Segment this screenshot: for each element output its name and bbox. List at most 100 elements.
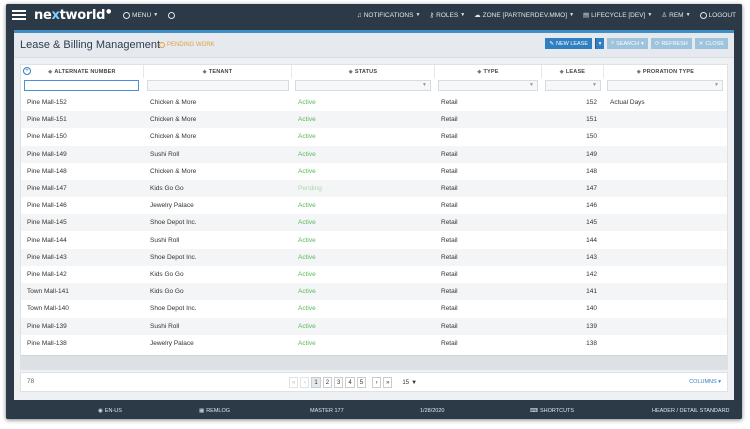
locale-selector[interactable]: ◉ EN-US [98, 408, 122, 414]
hamburger-menu-icon[interactable] [12, 10, 26, 20]
chevron-down-icon: ▾ [598, 40, 602, 47]
cell-lease: 152 [586, 99, 597, 106]
prev-page-button[interactable]: ‹ [300, 377, 310, 388]
logout-button[interactable]: LOGOUT [699, 11, 736, 19]
refresh-button[interactable]: ⟳ REFRESH [650, 38, 692, 49]
cell-alternate-number: Pine Mall-144 [27, 236, 67, 244]
page-button[interactable]: 4 [345, 377, 355, 388]
page-size-select[interactable]: 15 ▼ [402, 380, 417, 386]
cell-tenant: Kids Go Go [150, 185, 184, 192]
compass-icon [123, 11, 131, 19]
column-header-status[interactable]: ◆ STATUS [292, 65, 435, 78]
master-label: MASTER 177 [310, 408, 344, 414]
filter-status[interactable]: ▼ [295, 80, 431, 91]
cell-status: Active [298, 167, 316, 175]
cell-tenant: Sushi Roll [150, 322, 180, 330]
table-row[interactable]: Pine Mall-146 Jewelry Palace Active Retail 1… [21, 197, 727, 214]
grid-footer [21, 355, 727, 369]
table-row[interactable]: Town Mall-140 Shoe Depot Inc. Active Retail… [21, 300, 727, 317]
filter-alternate-number[interactable] [24, 80, 139, 91]
cell-tenant: Chicken & More [150, 167, 197, 175]
cell-type: Retail [441, 288, 458, 296]
next-page-button[interactable]: › [372, 377, 382, 388]
table-row[interactable]: Pine Mall-151 Chicken & More Active Retail 1… [21, 111, 727, 129]
view-mode-label: HEADER / DETAIL STANDARD [652, 408, 730, 414]
table-row[interactable]: Pine Mall-145 Shoe Depot Inc. Active Retail… [21, 214, 727, 232]
cell-proration-type [610, 163, 720, 180]
table-row[interactable]: Pine Mall-152 Chicken & More Active Retail 1… [21, 94, 727, 111]
page-button[interactable]: 5 [356, 377, 367, 388]
table-row[interactable]: Pine Mall-142 Kids Go Go Active Retail 142 [21, 266, 727, 283]
table-row[interactable]: Pine Mall-144 Sushi Roll Active Retail 144 [21, 232, 727, 249]
cell-status: Active [298, 271, 316, 278]
cell-alternate-number: Pine Mall-147 [27, 185, 67, 192]
search-button[interactable]: ⌕ SEARCH ▾ [607, 38, 648, 49]
table-row[interactable]: Pine Mall-138 Jewelry Palace Active Retail 1… [21, 335, 727, 352]
cell-tenant: Sushi Roll [150, 236, 180, 244]
cell-status: Active [298, 305, 316, 313]
cell-status: Pending [298, 185, 322, 192]
pending-work-link[interactable]: PENDING WORK [159, 42, 215, 48]
table-row[interactable]: Pine Mall-150 Chicken & More Active Retail 1… [21, 128, 727, 145]
last-page-button[interactable]: » [383, 377, 393, 388]
cell-status: Active [298, 288, 316, 296]
cloud-icon: ☁ [474, 12, 481, 19]
zone-dropdown[interactable]: ☁ ZONE [PARTNERDEV.MMO] ▼ [474, 11, 574, 20]
page-button[interactable]: 1 [311, 377, 321, 388]
date-label: 1/28/2020 [420, 408, 445, 414]
remlog-link[interactable]: ▦ REMLOG [199, 408, 230, 414]
cell-alternate-number: Pine Mall-152 [27, 99, 67, 106]
sort-icon: ◆ [348, 68, 353, 75]
cell-tenant: Kids Go Go [150, 271, 184, 278]
sort-icon: ◆ [636, 68, 641, 75]
filter-lease[interactable]: ▼ [545, 80, 601, 91]
app-logo[interactable]: nextworld● [34, 8, 111, 23]
shortcuts-link[interactable]: ⌨ SHORTCUTS [530, 408, 574, 414]
cell-type: Retail [441, 339, 458, 347]
table-row[interactable]: Pine Mall-147 Kids Go Go Pending Retail 147 [21, 180, 727, 197]
cell-type: Retail [441, 322, 458, 330]
new-lease-button[interactable]: ✎ NEW LEASE [545, 38, 593, 49]
table-row[interactable]: Pine Mall-143 Shoe Depot Inc. Active Retail… [21, 248, 727, 266]
cell-alternate-number: Pine Mall-151 [27, 116, 67, 124]
cell-lease: 149 [586, 150, 597, 158]
lifecycle-dropdown[interactable]: ▤ LIFECYCLE [DEV] ▼ [583, 11, 652, 20]
filter-tenant[interactable] [147, 80, 289, 91]
first-page-button[interactable]: « [289, 377, 299, 388]
column-header-tenant[interactable]: ◆ TENANT [144, 65, 292, 78]
table-row[interactable]: Pine Mall-149 Sushi Roll Active Retail 149 [21, 145, 727, 163]
cell-status: Active [298, 253, 316, 261]
user-dropdown[interactable]: ♙ REM ▼ [661, 11, 690, 20]
notifications-dropdown[interactable]: ♫ NOTIFICATIONS ▼ [357, 12, 421, 19]
page-button[interactable]: 3 [334, 377, 344, 388]
page-button[interactable]: 2 [322, 377, 333, 388]
column-header-type[interactable]: ◆ TYPE [435, 65, 542, 78]
table-row[interactable]: Pine Mall-148 Chicken & More Active Retail 1… [21, 163, 727, 180]
bell-icon: ♫ [356, 11, 362, 19]
columns-menu-button[interactable]: COLUMNS ▾ [689, 379, 721, 385]
new-lease-options-button[interactable]: ▾ [595, 38, 605, 49]
cell-status: Active [298, 99, 316, 106]
filter-proration-type[interactable]: ▼ [607, 80, 723, 91]
column-header-proration-type[interactable]: ◆ PRORATION TYPE [604, 65, 727, 78]
cell-proration-type [610, 300, 720, 317]
menu-dropdown[interactable]: MENU ▼ [123, 11, 158, 19]
filter-type[interactable]: ▼ [438, 80, 538, 91]
cell-lease: 141 [586, 288, 597, 296]
refresh-icon: ⟳ [654, 40, 660, 47]
top-bar: nextworld● MENU ▼ ♫ NOTIFICATIONS ▼ ⚷ ROLES ▼… [6, 4, 742, 26]
chevron-down-icon: ▼ [529, 82, 534, 88]
roles-dropdown[interactable]: ⚷ ROLES ▼ [429, 11, 465, 20]
history-button[interactable] [168, 11, 176, 19]
cell-proration-type [610, 111, 720, 128]
key-icon: ⚷ [429, 12, 435, 19]
close-button[interactable]: ✕ CLOSE [694, 38, 728, 49]
search-icon: ⌕ [611, 40, 615, 46]
column-header-alternate-number[interactable]: ◆ ALTERNATE NUMBER [21, 65, 144, 78]
cell-status: Active [298, 150, 316, 158]
column-header-lease[interactable]: ◆ LEASE [542, 65, 604, 78]
cell-tenant: Jewelry Palace [150, 202, 194, 210]
table-row[interactable]: Pine Mall-139 Sushi Roll Active Retail 139 [21, 317, 727, 335]
close-icon: ✕ [698, 40, 704, 47]
table-row[interactable]: Town Mall-141 Kids Go Go Active Retail 141 [21, 283, 727, 301]
